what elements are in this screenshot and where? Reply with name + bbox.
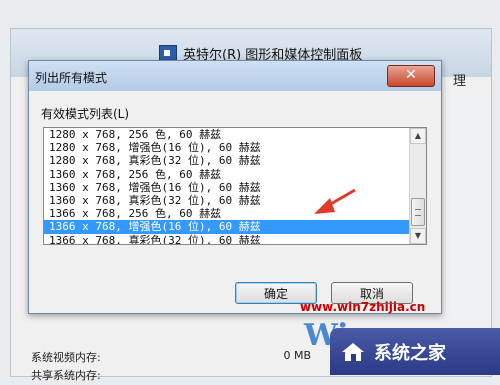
watermark-badge: 系统之家 xyxy=(330,328,500,375)
house-icon xyxy=(342,342,364,361)
info-row: 系统视频内存: 0 MB xyxy=(31,349,311,367)
info-row: 共享系统内存: xyxy=(31,367,311,385)
mode-list-item[interactable]: 1280 x 768, 增强色(16 位), 60 赫兹 xyxy=(44,141,426,154)
mode-list-item[interactable]: 1360 x 768, 真彩色(32 位), 60 赫兹 xyxy=(44,194,426,207)
mode-list-items: 1280 x 768, 256 色, 60 赫兹 1280 x 768, 增强色(… xyxy=(44,128,426,245)
list-scrollbar[interactable]: ▲ ▼ xyxy=(409,128,426,244)
mode-list-label: 有效模式列表(L) xyxy=(41,107,130,121)
mode-list-item[interactable]: 1360 x 768, 256 色, 60 赫兹 xyxy=(44,168,426,181)
mode-list-item[interactable]: 1360 x 768, 增强色(16 位), 60 赫兹 xyxy=(44,181,426,194)
list-all-modes-dialog: 列出所有模式 ✕ 有效模式列表(L) 1280 x 768, 256 色, 60… xyxy=(28,60,442,314)
dialog-titlebar: 列出所有模式 ✕ xyxy=(29,61,441,91)
close-button[interactable]: ✕ xyxy=(387,65,435,87)
scroll-down-icon[interactable]: ▼ xyxy=(410,228,426,244)
watermark-site-name: 系统之家 xyxy=(374,342,446,364)
info-label: 系统视频内存: xyxy=(31,351,101,364)
memory-info: 系统视频内存: 0 MB 共享系统内存: xyxy=(31,349,311,385)
info-label: 共享系统内存: xyxy=(31,369,101,382)
mode-list-item[interactable]: 1280 x 768, 256 色, 60 赫兹 xyxy=(44,128,426,141)
mode-list-item[interactable]: 1366 x 768, 增强色(16 位), 60 赫兹 xyxy=(44,220,426,234)
watermark-url: www.win7zhijia.cn xyxy=(300,300,426,314)
mode-list-item[interactable]: 1366 x 768, 真彩色(32 位), 60 赫兹 xyxy=(44,234,426,245)
scroll-thumb[interactable] xyxy=(411,198,425,226)
mode-list-item[interactable]: 1280 x 768, 真彩色(32 位), 60 赫兹 xyxy=(44,154,426,167)
close-icon: ✕ xyxy=(405,67,417,83)
scroll-up-icon[interactable]: ▲ xyxy=(410,128,426,144)
mode-list[interactable]: 1280 x 768, 256 色, 60 赫兹 1280 x 768, 增强色(… xyxy=(43,127,427,245)
dialog-title: 列出所有模式 xyxy=(35,71,108,85)
background-menu-fragment: 理 xyxy=(453,74,467,89)
mode-list-item[interactable]: 1366 x 768, 256 色, 60 赫兹 xyxy=(44,207,426,220)
